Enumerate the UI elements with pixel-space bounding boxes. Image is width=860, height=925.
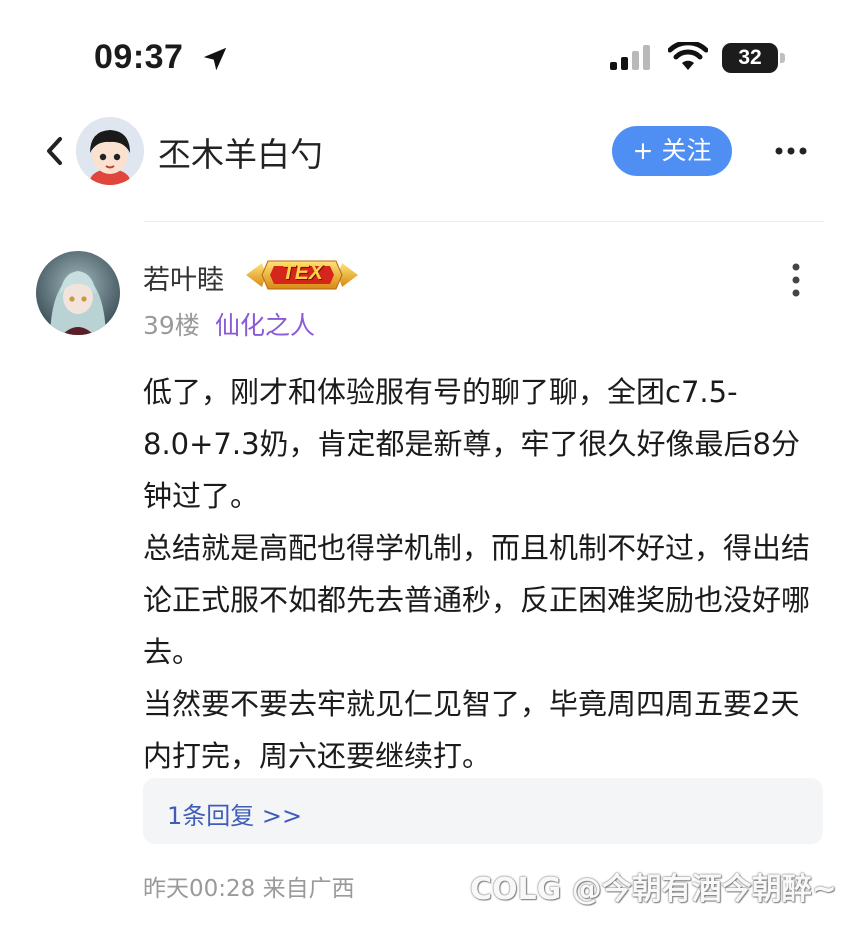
cellular-signal-icon — [610, 45, 650, 70]
comment-paragraph: 总结就是高配也得学机制，而且机制不好过，得出结论正式服不如都先去普通秒，反正困难… — [143, 531, 811, 669]
author-name[interactable]: 丕木羊白勺 — [158, 128, 323, 176]
battery-tip — [780, 53, 785, 63]
follow-button[interactable]: + 关注 — [612, 126, 732, 176]
location-arrow-icon — [203, 47, 227, 71]
commenter-name[interactable]: 若叶睦 — [143, 258, 224, 297]
battery-level: 32 — [722, 43, 778, 73]
replies-box[interactable]: 1条回复 >> — [143, 778, 823, 844]
comment-paragraph: 当然要不要去牢就见仁见智了，毕竟周四周五要2天内打完，周六还要继续打。 — [143, 687, 800, 773]
badge-label: TEX — [282, 261, 323, 284]
cartoon-avatar-icon — [76, 117, 144, 185]
watermark: COLG @今朝有酒今朝醉~ — [470, 872, 837, 907]
battery-indicator: 32 — [722, 43, 786, 73]
back-chevron-icon[interactable] — [40, 133, 70, 169]
comment-meta: 昨天00:28 来自广西 — [143, 876, 355, 902]
comment-body: 低了，刚才和体验服有号的聊了聊，全团c7.5-8.0+7.3奶，肯定都是新尊，牢… — [143, 366, 823, 782]
commenter-avatar[interactable] — [36, 251, 120, 335]
comment-more-icon[interactable] — [784, 261, 808, 299]
floor-number: 39楼 — [143, 311, 200, 340]
wifi-icon — [668, 42, 708, 70]
author-avatar[interactable] — [76, 117, 144, 185]
anime-avatar-icon — [36, 251, 120, 335]
view-replies-link[interactable]: 1条回复 >> — [167, 796, 302, 831]
user-title: 仙化之人 — [215, 311, 316, 340]
status-time: 09:37 — [94, 38, 184, 76]
comment-paragraph: 低了，刚才和体验服有号的聊了聊，全团c7.5-8.0+7.3奶，肯定都是新尊，牢… — [143, 375, 800, 513]
header-divider — [144, 221, 824, 222]
more-options-icon[interactable] — [772, 140, 810, 162]
level-badge: TEX — [244, 257, 360, 293]
